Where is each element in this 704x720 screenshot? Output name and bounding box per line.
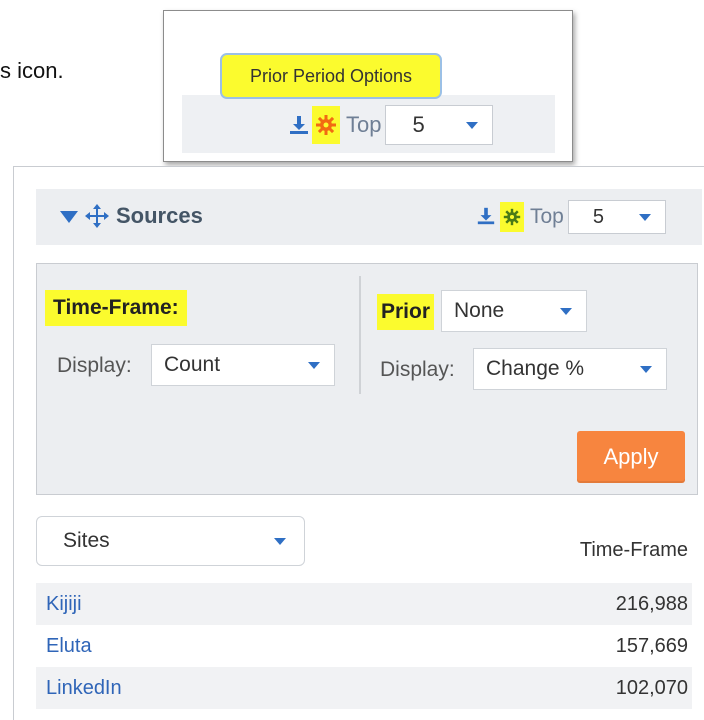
top-label: Top xyxy=(530,205,564,228)
zoom-callout: Prior Period Options Top 5 xyxy=(163,10,573,162)
timeframe-display-label: Display: xyxy=(57,354,132,377)
prior-display-label: Display: xyxy=(380,358,455,381)
download-icon[interactable] xyxy=(476,206,498,228)
source-link[interactable]: Kijiji xyxy=(46,593,82,616)
callout-toolbar: Top 5 xyxy=(288,105,494,145)
prior-select[interactable]: None xyxy=(441,290,587,332)
top-label: Top xyxy=(346,112,382,137)
prior-display-select[interactable]: Change % xyxy=(473,348,667,390)
top-count-value: 5 xyxy=(592,205,604,228)
widget-title: Sources xyxy=(116,203,203,228)
gear-icon[interactable] xyxy=(503,208,521,226)
source-value: 157,669 xyxy=(615,634,688,657)
source-link[interactable]: Eluta xyxy=(46,635,92,658)
sites-select[interactable]: Sites xyxy=(36,516,305,566)
table-row: Eluta 157,669 xyxy=(36,625,692,667)
sites-select-value: Sites xyxy=(63,529,110,552)
gear-icon-highlight xyxy=(500,202,524,232)
instruction-text: s icon. xyxy=(0,58,64,83)
collapse-caret-icon[interactable] xyxy=(60,211,78,223)
timeframe-display-value: Count xyxy=(164,353,221,376)
gear-icon[interactable] xyxy=(315,114,337,136)
move-icon[interactable] xyxy=(85,204,109,228)
source-value: 102,070 xyxy=(615,676,688,699)
options-divider xyxy=(359,276,361,394)
top-count-select[interactable]: 5 xyxy=(385,105,494,145)
chevron-down-icon xyxy=(638,214,651,221)
chevron-down-icon xyxy=(640,366,652,373)
top-count-value: 5 xyxy=(412,112,425,137)
apply-button[interactable]: Apply xyxy=(577,431,685,483)
download-icon[interactable] xyxy=(288,114,310,136)
options-panel: Time-Frame: Display: Count Prior None Di… xyxy=(36,263,698,495)
prior-period-options-tooltip: Prior Period Options xyxy=(220,53,442,99)
timeframe-display-select[interactable]: Count xyxy=(151,344,335,386)
timeframe-label: Time-Frame: xyxy=(45,290,187,326)
source-link[interactable]: LinkedIn xyxy=(46,677,122,700)
table-row: Kijiji 216,988 xyxy=(36,583,692,625)
table-row: LinkedIn 102,070 xyxy=(36,667,692,709)
source-value: 216,988 xyxy=(615,592,688,615)
prior-value: None xyxy=(454,299,505,322)
column-header-timeframe: Time-Frame xyxy=(579,539,688,561)
top-count-select[interactable]: 5 xyxy=(567,200,666,234)
chevron-down-icon xyxy=(560,308,572,315)
chevron-down-icon xyxy=(274,538,286,545)
widget-header: Sources Top 5 xyxy=(36,189,702,245)
sources-table: Kijiji 216,988 Eluta 157,669 LinkedIn 10… xyxy=(36,583,692,709)
chevron-down-icon xyxy=(466,122,479,129)
gear-icon-highlight xyxy=(312,106,340,144)
chevron-down-icon xyxy=(308,362,320,369)
header-toolbar: Top 5 xyxy=(476,198,666,236)
prior-display-value: Change % xyxy=(486,357,585,380)
prior-label: Prior xyxy=(377,294,435,330)
sources-widget: Sources Top 5 Time-Frame: Display: Count… xyxy=(13,166,704,720)
